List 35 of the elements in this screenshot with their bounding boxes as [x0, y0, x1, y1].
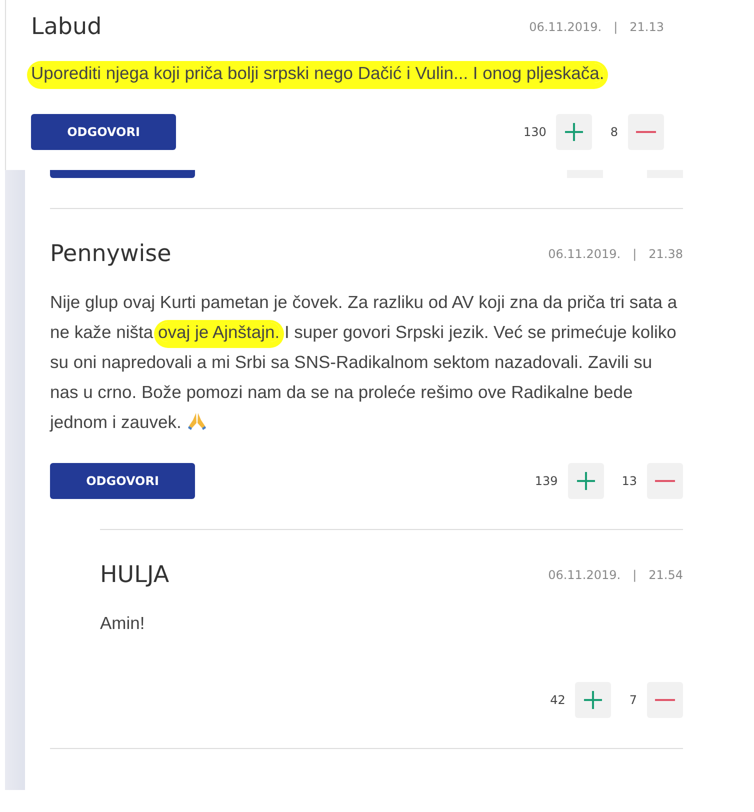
- comment-time: 21.38: [648, 247, 683, 261]
- meta-separator: |: [632, 247, 637, 261]
- upvote-count: 139: [534, 474, 558, 488]
- upvote-button[interactable]: [568, 463, 604, 499]
- upvote-button[interactable]: [575, 682, 612, 718]
- minus-icon: [636, 131, 656, 133]
- comment-text: Amin!: [100, 612, 146, 635]
- downvote-count: 8: [610, 125, 618, 139]
- minus-icon: [655, 480, 675, 482]
- upvote-count: 42: [550, 693, 566, 707]
- comment-author: HULJA: [100, 562, 170, 588]
- comment-author: Labud: [31, 14, 102, 40]
- downvote-button[interactable]: [647, 463, 683, 499]
- reply-button[interactable]: ODGOVORI: [31, 114, 176, 150]
- downvote-count: 13: [622, 474, 637, 488]
- comment-text: Nije glup ovaj Kurti pametan je čovek. Za razliku od AV koji zna da priča tri sata a ne kaže ništa ovaj je Ajnštajn. I super govori Srpski jezik. Već se primećuje koliko su oni napredovali a mi Srbi sa SNS-Radikalnom sektom nazadovali. Zavili su nas u crno. Bože pomozi nam da se na proleće rešimo ove Radikalne bede jednom i zauvek.: [50, 291, 678, 434]
- comment-time: 21.54: [648, 568, 683, 582]
- meta-separator: |: [632, 568, 637, 582]
- comment-time: 21.13: [630, 20, 664, 34]
- downvote-count: 7: [629, 693, 637, 707]
- minus-icon: [655, 699, 675, 701]
- comment-author: Pennywise: [50, 241, 172, 267]
- downvote-button[interactable]: [628, 114, 664, 150]
- comment-text: Uporediti njega koji priča bolji srpski nego Dačić i Vulin... I onog pljeskača.: [31, 62, 606, 85]
- meta-separator: |: [614, 20, 618, 34]
- downvote-button[interactable]: [647, 682, 683, 718]
- comment-date: 06.11.2019.: [548, 247, 621, 261]
- plus-icon: [565, 123, 584, 141]
- reply-button[interactable]: ODGOVORI: [50, 463, 195, 499]
- plus-icon: [584, 691, 602, 709]
- plus-icon: [576, 472, 595, 490]
- upvote-button[interactable]: [556, 114, 592, 150]
- comment-date: 06.11.2019.: [529, 20, 602, 34]
- comment-date: 06.11.2019.: [548, 568, 621, 582]
- upvote-count: 130: [523, 125, 546, 139]
